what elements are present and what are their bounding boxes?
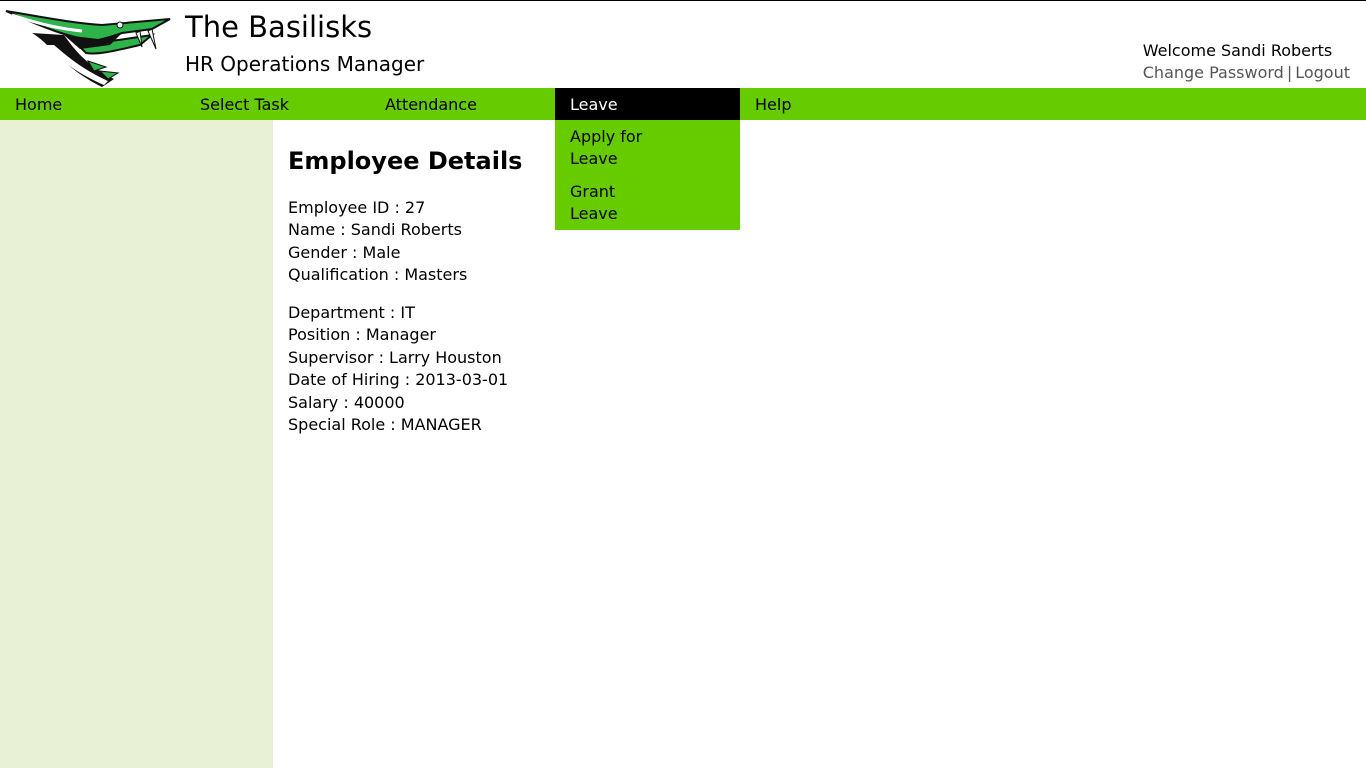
job-details: Department : IT Position : Manager Super… <box>288 302 508 436</box>
employee-qualification: Qualification : Masters <box>288 265 468 285</box>
welcome-text: Welcome Sandi Roberts <box>1142 41 1333 60</box>
employee-salary: Salary : 40000 <box>288 392 405 412</box>
nav-help[interactable]: Help <box>740 88 925 120</box>
employee-position: Position : Manager <box>288 325 436 345</box>
nav-leave[interactable]: Leave <box>555 88 740 120</box>
user-box: Welcome Sandi Roberts Change Password | Lo… <box>1143 40 1350 84</box>
link-separator: | <box>1286 63 1293 82</box>
employee-special-role: Special Role : MANAGER <box>288 415 482 435</box>
logout-link[interactable]: Logout <box>1295 63 1350 82</box>
site-header: The Basilisks HR Operations Manager Welc… <box>0 1 1366 88</box>
nav-select-task[interactable]: Select Task <box>185 88 370 120</box>
basilisk-logo-icon[interactable] <box>2 5 174 89</box>
employee-supervisor: Supervisor : Larry Houston <box>288 347 502 367</box>
employee-department: Department : IT <box>288 303 415 322</box>
sidebar <box>0 120 273 768</box>
employee-gender: Gender : Male <box>288 242 401 262</box>
nav-attendance[interactable]: Attendance <box>370 88 555 120</box>
menu-apply-for-leave[interactable]: Apply for Leave <box>570 126 660 170</box>
employee-name: Name : Sandi Roberts <box>288 220 462 240</box>
nav-home[interactable]: Home <box>0 88 185 120</box>
change-password-link[interactable]: Change Password <box>1143 63 1284 82</box>
employee-hiring-date: Date of Hiring : 2013-03-01 <box>288 370 509 390</box>
personal-details: Employee ID : 27 Name : Sandi Roberts Ge… <box>288 197 467 287</box>
page-title: Employee Details <box>288 147 523 175</box>
leave-dropdown-menu: Apply for Leave Grant Leave <box>555 120 740 230</box>
main-nav: Home Select Task Attendance Leave Help <box>0 88 1366 120</box>
site-subtitle: HR Operations Manager <box>185 52 425 76</box>
menu-grant-leave[interactable]: Grant Leave <box>570 181 660 225</box>
account-links: Change Password | Logout <box>1143 62 1350 84</box>
site-title: The Basilisks <box>185 10 373 44</box>
employee-id: Employee ID : 27 <box>288 198 426 217</box>
